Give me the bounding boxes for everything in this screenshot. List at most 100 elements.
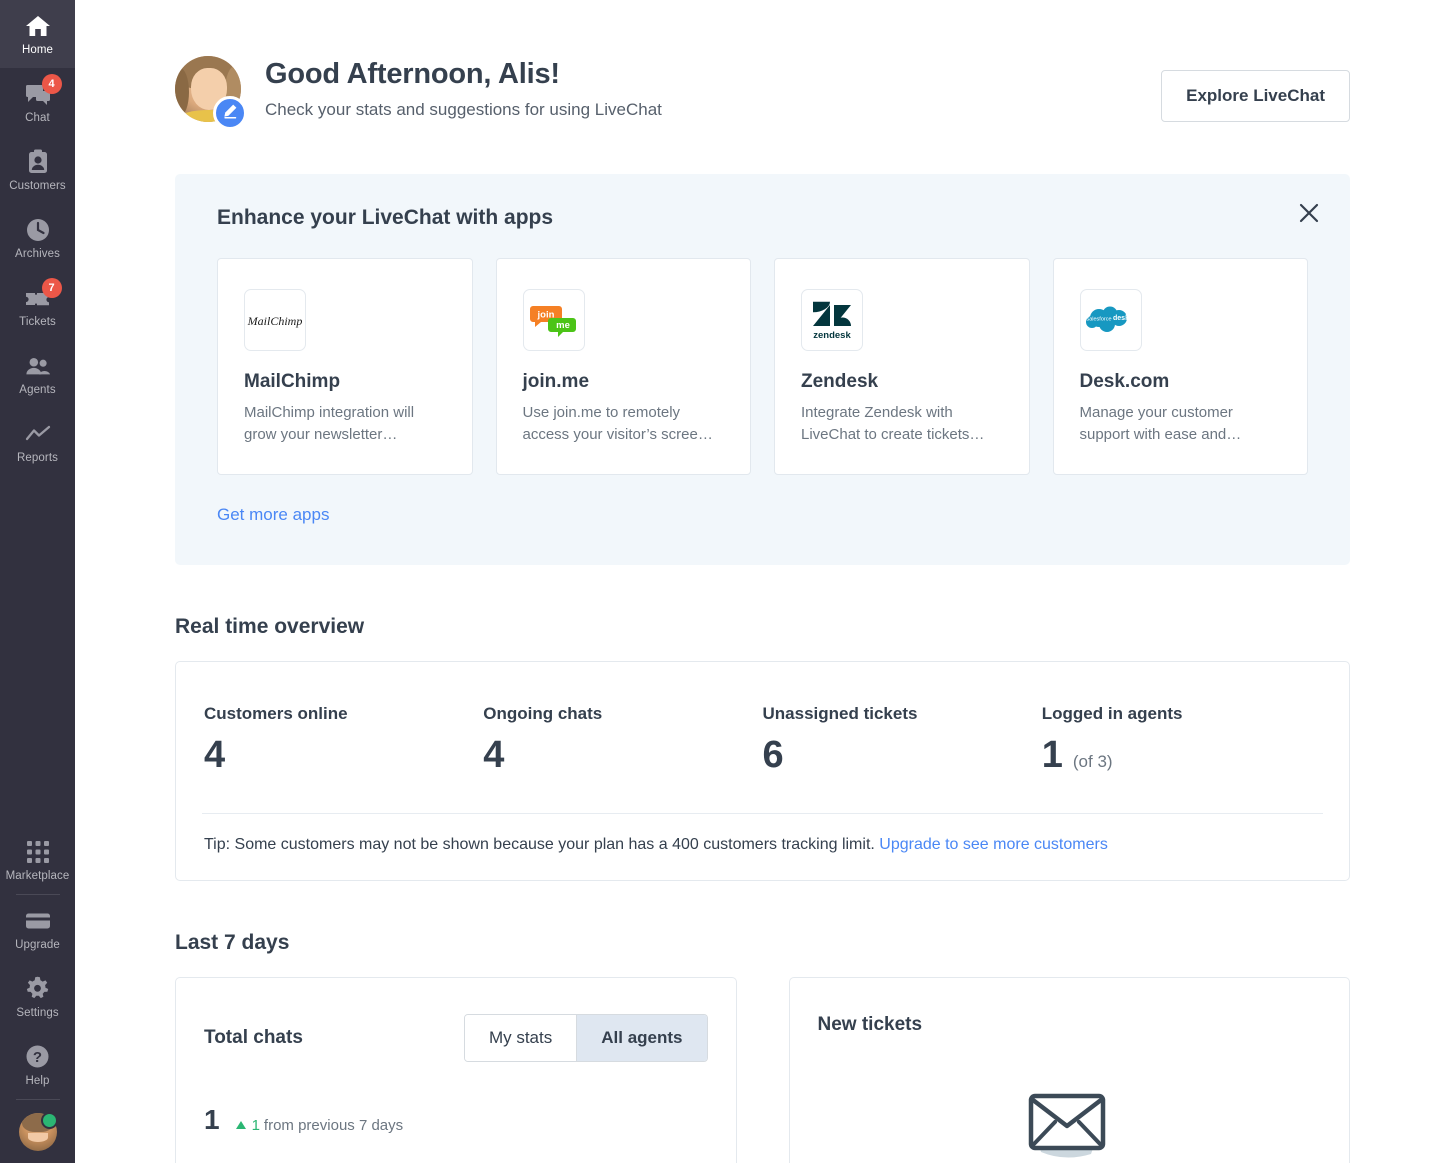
- question-circle-icon: ?: [25, 1044, 51, 1070]
- clock-icon: [25, 217, 51, 243]
- explore-livechat-button[interactable]: Explore LiveChat: [1161, 70, 1350, 122]
- agents-icon: [25, 353, 51, 379]
- toggle-all-agents[interactable]: All agents: [576, 1015, 707, 1062]
- stats-scope-toggle: My stats All agents: [463, 1014, 708, 1063]
- stat-value-wrapper: 4: [483, 734, 762, 777]
- marketplace-grid-icon: [25, 839, 51, 865]
- stat-label: Logged in agents: [1041, 704, 1183, 724]
- stat-label: Customers online: [204, 704, 348, 724]
- apps-grid: MailChimp MailChimp MailChimp integratio…: [217, 258, 1308, 476]
- svg-text:MailChimp: MailChimp: [247, 314, 302, 328]
- stat-value-wrapper: 6: [763, 734, 1042, 777]
- total-chats-delta: 1 from previous 7 days: [235, 1116, 404, 1134]
- sidebar-item-label: Agents: [19, 383, 56, 396]
- header-text-block: Good Afternoon, Alis! Check your stats a…: [265, 56, 662, 120]
- app-card-zendesk[interactable]: zendesk Zendesk Integrate Zendesk with L…: [774, 258, 1030, 476]
- salesforce-desk-logo: salesforce desk: [1079, 289, 1142, 351]
- ticket-icon: 7: [25, 277, 62, 311]
- stat-logged-in-agents: Logged in agents 1 (of 3): [1042, 704, 1321, 777]
- new-tickets-card: New tickets No tickets yet: [788, 977, 1350, 1163]
- page-header: Good Afternoon, Alis! Check your stats a…: [175, 0, 1350, 130]
- svg-text:desk: desk: [1113, 315, 1129, 322]
- app-name: Desk.com: [1079, 371, 1170, 392]
- svg-text:salesforce: salesforce: [1086, 317, 1111, 323]
- stat-ongoing-chats: Ongoing chats 4: [483, 704, 762, 777]
- svg-text:zendesk: zendesk: [813, 330, 851, 341]
- stat-value: 4: [204, 734, 226, 777]
- stat-value: 4: [483, 734, 505, 777]
- get-more-apps-link[interactable]: Get more apps: [217, 505, 329, 525]
- delta-value: 1: [251, 1116, 260, 1134]
- app-card-desk[interactable]: salesforce desk Desk.com Manage your cus…: [1052, 258, 1308, 476]
- realtime-section-title: Real time overview: [175, 615, 365, 639]
- sidebar-item-customers[interactable]: Customers: [0, 136, 75, 204]
- sidebar-primary-nav: Home 4 Chat Customers Archives 7 Tickets…: [0, 0, 75, 476]
- sidebar-item-label: Customers: [9, 179, 66, 192]
- realtime-stats-row: Customers online 4 Ongoing chats 4 Unass…: [176, 662, 1349, 777]
- main-content: Good Afternoon, Alis! Check your stats a…: [75, 0, 1440, 1163]
- sidebar-secondary-nav: Marketplace Upgrade Settings ? Help: [0, 826, 75, 1163]
- app-name: join.me: [522, 371, 590, 392]
- app-root: Home 4 Chat Customers Archives 7 Tickets…: [0, 0, 1440, 1163]
- sidebar-item-label: Marketplace: [5, 869, 70, 882]
- sidebar-item-label: Home: [21, 43, 54, 56]
- sidebar-item-upgrade[interactable]: Upgrade: [0, 895, 75, 963]
- chat-unread-badge: 4: [41, 73, 62, 94]
- new-tickets-title: New tickets: [817, 1014, 923, 1036]
- stat-label: Unassigned tickets: [762, 704, 918, 724]
- app-name: MailChimp: [244, 371, 341, 392]
- pencil-icon: [222, 103, 238, 124]
- total-chats-metric: 1 1 from previous 7 days: [204, 1104, 708, 1136]
- page-subtitle: Check your stats and suggestions for usi…: [265, 100, 662, 119]
- sidebar-item-label: Reports: [17, 451, 58, 464]
- reports-chart-icon: [25, 421, 51, 447]
- sidebar-item-settings[interactable]: Settings: [0, 963, 75, 1031]
- apps-banner: Enhance your LiveChat with apps MailChim…: [175, 174, 1350, 566]
- svg-text:?: ?: [33, 1049, 42, 1066]
- gear-icon: [25, 976, 51, 1002]
- sidebar-account-avatar[interactable]: [0, 1100, 75, 1163]
- app-card-joinme[interactable]: join me join.me Use join.me to remotely …: [495, 258, 751, 476]
- total-chats-header: Total chats My stats All agents: [204, 1014, 708, 1063]
- close-icon[interactable]: [1294, 198, 1324, 228]
- last7-section-title: Last 7 days: [175, 931, 290, 955]
- edit-profile-button[interactable]: [213, 96, 247, 130]
- app-description: Integrate Zendesk with LiveChat to creat…: [801, 404, 985, 444]
- customers-icon: [25, 149, 51, 175]
- sidebar-item-label: Tickets: [19, 315, 56, 328]
- status-online-dot: [40, 1112, 58, 1129]
- delta-text: from previous 7 days: [263, 1116, 404, 1134]
- sidebar-item-chat[interactable]: 4 Chat: [0, 68, 75, 136]
- sidebar-item-reports[interactable]: Reports: [0, 408, 75, 476]
- upgrade-link[interactable]: Upgrade to see more customers: [879, 836, 1108, 853]
- last7-grid: Total chats My stats All agents 1 1 from…: [175, 977, 1350, 1163]
- app-name: Zendesk: [801, 371, 879, 392]
- sidebar-item-home[interactable]: Home: [0, 0, 75, 68]
- tip-text: Tip: Some customers may not be shown bec…: [204, 836, 880, 854]
- sidebar-item-agents[interactable]: Agents: [0, 340, 75, 408]
- stat-value: 1: [1041, 734, 1063, 777]
- total-chats-title: Total chats: [204, 1027, 303, 1049]
- home-icon: [25, 13, 51, 39]
- stat-sub: (of 3): [1072, 752, 1113, 772]
- apps-banner-title: Enhance your LiveChat with apps: [217, 206, 554, 229]
- stat-value-wrapper: 1 (of 3): [1042, 734, 1321, 777]
- content-column: Good Afternoon, Alis! Check your stats a…: [75, 0, 1440, 1163]
- sidebar-item-help[interactable]: ? Help: [0, 1031, 75, 1099]
- sidebar-item-marketplace[interactable]: Marketplace: [0, 826, 75, 894]
- total-chats-value: 1: [204, 1104, 220, 1136]
- sidebar-item-tickets[interactable]: 7 Tickets: [0, 272, 75, 340]
- app-card-mailchimp[interactable]: MailChimp MailChimp MailChimp integratio…: [217, 258, 473, 476]
- total-chats-card: Total chats My stats All agents 1 1 from…: [175, 977, 737, 1163]
- app-description: Use join.me to remotely access your visi…: [522, 404, 713, 444]
- chat-icon: 4: [25, 73, 62, 107]
- toggle-my-stats[interactable]: My stats: [464, 1015, 577, 1062]
- page-title: Good Afternoon, Alis!: [265, 58, 560, 90]
- tracking-limit-tip: Tip: Some customers may not be shown bec…: [176, 814, 1349, 880]
- sidebar-item-archives[interactable]: Archives: [0, 204, 75, 272]
- stat-unassigned-tickets: Unassigned tickets 6: [763, 704, 1042, 777]
- svg-text:me: me: [556, 320, 570, 331]
- sidebar-item-label: Upgrade: [15, 938, 60, 951]
- stat-customers-online: Customers online 4: [204, 704, 483, 777]
- stat-value-wrapper: 4: [204, 734, 483, 777]
